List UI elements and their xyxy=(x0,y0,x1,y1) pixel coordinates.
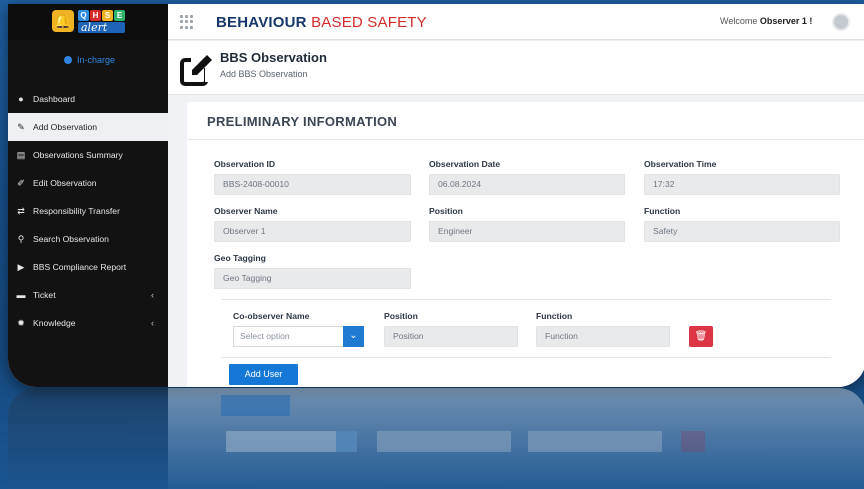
welcome-prefix: Welcome xyxy=(720,16,758,26)
observation-date-field[interactable]: 06.08.2024 xyxy=(429,174,625,195)
trash-icon: 🗑 xyxy=(694,331,708,342)
chevron-left-icon: ‹ xyxy=(151,290,154,300)
search-icon: ⚲ xyxy=(17,233,25,244)
coobserver-position-field[interactable]: Position xyxy=(384,326,518,347)
sidebar-item-label: Ticket xyxy=(33,290,56,300)
logo-area: 🔔 Q H S E alert xyxy=(8,4,168,40)
geo-tagging-field[interactable]: Geo Tagging xyxy=(214,268,411,289)
observation-time-field[interactable]: 17:32 xyxy=(644,174,840,195)
geo-tagging-label: Geo Tagging xyxy=(214,253,266,263)
coobserver-position-label: Position xyxy=(384,311,418,321)
logo-letter: Q xyxy=(78,9,89,21)
sidebar: In-charge ● Dashboard ✎ Add Observation ▤ Obs… xyxy=(8,40,168,387)
sidebar-item-label: Add Observation xyxy=(33,122,98,132)
observer-name-label: Observer Name xyxy=(214,206,278,216)
sidebar-item-label: Observations Summary xyxy=(33,150,123,160)
sidebar-item-bbs-compliance-report[interactable]: ▶ BBS Compliance Report xyxy=(8,253,168,281)
avatar[interactable] xyxy=(832,13,850,31)
sidebar-item-edit-observation[interactable]: ✐ Edit Observation xyxy=(8,169,168,197)
sidebar-item-label: Dashboard xyxy=(33,94,76,104)
observation-id-field[interactable]: BBS-2408-00010 xyxy=(214,174,411,195)
logo-letter: H xyxy=(90,9,101,21)
brand-bold: BEHAVIOUR xyxy=(216,14,307,31)
delete-row-button[interactable]: 🗑 xyxy=(689,326,713,347)
sidebar-item-dashboard[interactable]: ● Dashboard xyxy=(8,85,168,113)
sidebar-item-responsibility-transfer[interactable]: ⇄ Responsibility Transfer xyxy=(8,197,168,225)
dashboard-icon: ● xyxy=(18,94,24,104)
coobserver-function-field[interactable]: Function xyxy=(536,326,670,347)
apps-grid-icon[interactable] xyxy=(180,15,194,29)
sidebar-item-label: Search Observation xyxy=(33,234,109,244)
sidebar-item-search-observation[interactable]: ⚲ Search Observation xyxy=(8,225,168,253)
page-header: BBS Observation Add BBS Observation xyxy=(168,41,864,95)
ticket-icon: ▬ xyxy=(16,290,26,300)
page-subtitle: Add BBS Observation xyxy=(220,69,308,79)
observation-time-label: Observation Time xyxy=(644,159,717,169)
sidebar-item-label: Edit Observation xyxy=(33,178,97,188)
coobserver-function-label: Function xyxy=(536,311,573,321)
brand-title: BEHAVIOUR BASED SAFETY xyxy=(216,14,427,31)
sidebar-item-add-observation[interactable]: ✎ Add Observation xyxy=(8,113,168,141)
sidebar-item-label: BBS Compliance Report xyxy=(33,262,127,272)
bell-icon: 🔔 xyxy=(52,10,74,32)
qhse-alert-logo[interactable]: 🔔 Q H S E alert xyxy=(52,8,126,34)
edit-icon: ✎ xyxy=(17,121,25,132)
sidebar-item-knowledge[interactable]: ✹ Knowledge ‹ xyxy=(8,309,168,337)
app-window: 🔔 Q H S E alert BEHAVIOUR BASED SAFETY W… xyxy=(8,4,864,387)
observation-date-label: Observation Date xyxy=(429,159,501,169)
chevron-down-icon[interactable]: ⌄ xyxy=(343,326,364,347)
transfer-icon: ⇄ xyxy=(17,205,25,216)
top-bar: 🔔 Q H S E alert BEHAVIOUR BASED SAFETY W… xyxy=(8,4,864,40)
logo-alert-text: alert xyxy=(78,21,125,33)
report-icon: ▶ xyxy=(17,261,25,272)
status-dot-icon xyxy=(64,56,72,64)
logo-letters: Q H S E xyxy=(78,9,125,21)
sidebar-item-label: Knowledge xyxy=(33,318,76,328)
sidebar-item-observations-summary[interactable]: ▤ Observations Summary xyxy=(8,141,168,169)
position-label: Position xyxy=(429,206,463,216)
divider xyxy=(221,299,831,300)
logo-letter: S xyxy=(102,9,113,21)
position-field[interactable]: Engineer xyxy=(429,221,625,242)
coobserver-name-label: Co-observer Name xyxy=(233,311,310,321)
observer-name-field[interactable]: Observer 1 xyxy=(214,221,411,242)
page-title: BBS Observation xyxy=(220,50,327,65)
section-title: PRELIMINARY INFORMATION xyxy=(207,114,398,129)
coobserver-select-value: Select option xyxy=(240,331,290,341)
add-user-button[interactable]: Add User xyxy=(229,364,298,385)
pencil-icon: ✐ xyxy=(17,177,25,188)
observation-id-label: Observation ID xyxy=(214,159,276,169)
preliminary-info-card: PRELIMINARY INFORMATION Observation ID B… xyxy=(187,102,864,387)
edit-icon xyxy=(180,55,215,86)
coobserver-select[interactable]: Select option ⌄ xyxy=(233,326,364,347)
welcome-user: Observer 1 ! xyxy=(759,16,813,26)
function-label: Function xyxy=(644,206,681,216)
status-badge: In-charge xyxy=(64,55,115,65)
list-icon: ▤ xyxy=(16,149,26,160)
window-reflection xyxy=(8,388,864,489)
lightbulb-icon: ✹ xyxy=(17,317,25,328)
function-field[interactable]: Safety xyxy=(644,221,840,242)
status-label: In-charge xyxy=(77,55,116,65)
chevron-left-icon: ‹ xyxy=(151,318,154,328)
divider xyxy=(187,139,864,140)
brand-light: BASED SAFETY xyxy=(311,14,427,31)
logo-letter: E xyxy=(114,9,125,21)
divider xyxy=(221,357,831,358)
sidebar-nav: ● Dashboard ✎ Add Observation ▤ Observations … xyxy=(8,85,168,337)
sidebar-item-label: Responsibility Transfer xyxy=(33,206,120,216)
welcome-text: Welcome Observer 1 ! xyxy=(720,16,812,26)
sidebar-item-ticket[interactable]: ▬ Ticket ‹ xyxy=(8,281,168,309)
